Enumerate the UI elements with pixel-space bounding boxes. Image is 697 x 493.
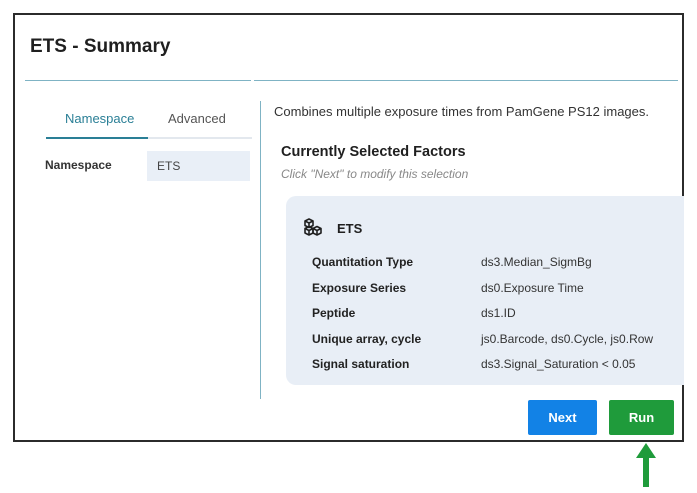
factor-label: Signal saturation xyxy=(312,357,410,371)
factor-value: ds1.ID xyxy=(481,306,516,320)
tab-namespace[interactable]: Namespace xyxy=(65,111,134,126)
operator-description: Combines multiple exposure times from Pa… xyxy=(274,104,649,119)
selected-factors-title: Currently Selected Factors xyxy=(281,144,466,160)
tab-advanced[interactable]: Advanced xyxy=(168,111,226,126)
header-divider-right xyxy=(254,80,678,81)
dialog-title: ETS - Summary xyxy=(30,36,171,57)
settings-tabs: Namespace Advanced xyxy=(46,109,252,139)
namespace-input[interactable] xyxy=(147,151,250,181)
factor-value: ds3.Signal_Saturation < 0.05 xyxy=(481,357,636,371)
cubes-icon xyxy=(304,218,322,236)
namespace-label: Namespace xyxy=(45,158,112,172)
factor-value: ds0.Exposure Time xyxy=(481,281,584,295)
header-divider-left xyxy=(25,80,251,81)
factor-operator-name: ETS xyxy=(337,221,363,236)
factor-value: js0.Barcode, ds0.Cycle, js0.Row xyxy=(481,332,654,346)
next-button[interactable]: Next xyxy=(528,400,597,435)
factor-value: ds3.Median_SigmBg xyxy=(481,255,592,269)
panel-divider xyxy=(260,101,261,399)
summary-dialog: ETS - Summary Namespace Advanced Namespa… xyxy=(13,13,684,442)
factor-label: Quantitation Type xyxy=(312,255,414,269)
factor-label: Peptide xyxy=(312,306,356,320)
factor-label: Unique array, cycle xyxy=(312,332,422,346)
arrow-up-icon xyxy=(636,443,656,487)
factors-card: ETS Quantitation Type ds3.Median_SigmBg … xyxy=(286,196,684,385)
run-button[interactable]: Run xyxy=(609,400,674,435)
factor-label: Exposure Series xyxy=(312,281,407,295)
active-tab-indicator xyxy=(46,137,148,139)
selection-hint: Click "Next" to modify this selection xyxy=(281,167,469,181)
